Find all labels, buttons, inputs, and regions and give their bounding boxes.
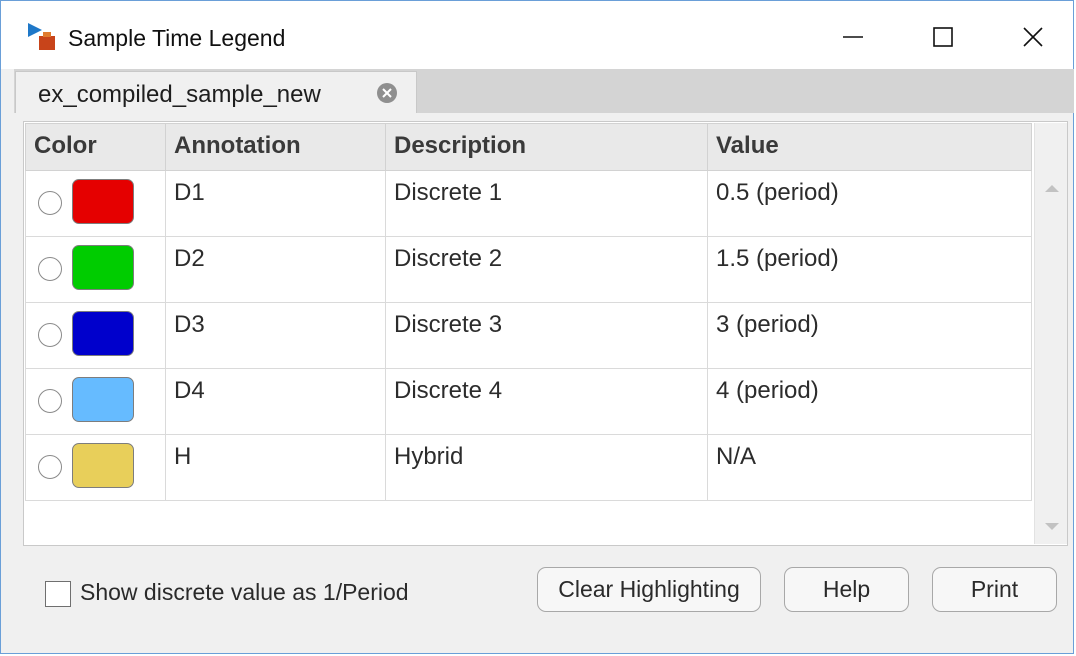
value-cell: 3 (period) (707, 302, 1032, 369)
color-cell (25, 236, 166, 303)
close-button[interactable] (1003, 15, 1063, 59)
color-cell (25, 170, 166, 237)
value-cell: N/A (707, 434, 1032, 501)
column-header-description[interactable]: Description (385, 123, 708, 171)
row-select-radio[interactable] (38, 389, 62, 413)
color-swatch[interactable] (72, 179, 134, 224)
minimize-icon (843, 36, 863, 38)
close-circle-icon[interactable] (376, 82, 398, 104)
title-bar: Sample Time Legend (1, 1, 1073, 69)
description-cell: Discrete 3 (385, 302, 708, 369)
vertical-scrollbar[interactable] (1034, 123, 1067, 544)
row-select-radio[interactable] (38, 455, 62, 479)
column-header-color[interactable]: Color (25, 123, 166, 171)
annotation-cell: D1 (165, 170, 386, 237)
scroll-up-arrow-icon[interactable] (1045, 185, 1059, 192)
table-row[interactable]: D2 Discrete 2 1.5 (period) (25, 236, 1032, 303)
description-cell: Hybrid (385, 434, 708, 501)
print-button[interactable]: Print (932, 567, 1057, 612)
show-discrete-value-label[interactable]: Show discrete value as 1/Period (80, 579, 409, 606)
annotation-cell: D2 (165, 236, 386, 303)
color-swatch[interactable] (72, 245, 134, 290)
description-cell: Discrete 4 (385, 368, 708, 435)
row-select-radio[interactable] (38, 323, 62, 347)
description-cell: Discrete 2 (385, 236, 708, 303)
tab-strip: ex_compiled_sample_new (14, 69, 1074, 113)
color-swatch[interactable] (72, 311, 134, 356)
row-select-radio[interactable] (38, 257, 62, 281)
tab-label: ex_compiled_sample_new (38, 81, 321, 108)
window-title: Sample Time Legend (68, 25, 286, 51)
legend-table-panel: Color Annotation Description Value D1 Di (23, 121, 1068, 546)
app-icon (28, 23, 55, 50)
table-row[interactable]: D4 Discrete 4 4 (period) (25, 368, 1032, 435)
sample-time-legend-window: Sample Time Legend ex_compiled_sample_ne… (0, 0, 1074, 654)
color-swatch[interactable] (72, 443, 134, 488)
show-discrete-value-checkbox[interactable] (45, 581, 71, 607)
annotation-cell: D3 (165, 302, 386, 369)
row-select-radio[interactable] (38, 191, 62, 215)
table-row[interactable]: D1 Discrete 1 0.5 (period) (25, 170, 1032, 237)
column-header-value[interactable]: Value (707, 123, 1032, 171)
description-cell: Discrete 1 (385, 170, 708, 237)
column-header-annotation[interactable]: Annotation (165, 123, 386, 171)
help-button[interactable]: Help (784, 567, 909, 612)
annotation-cell: D4 (165, 368, 386, 435)
value-cell: 1.5 (period) (707, 236, 1032, 303)
table-row[interactable]: H Hybrid N/A (25, 434, 1032, 501)
maximize-button[interactable] (913, 15, 973, 59)
value-cell: 0.5 (period) (707, 170, 1032, 237)
close-icon (1023, 27, 1043, 47)
scroll-down-arrow-icon[interactable] (1045, 523, 1059, 530)
tab-ex-compiled-sample-new[interactable]: ex_compiled_sample_new (15, 71, 417, 113)
color-cell (25, 434, 166, 501)
value-cell: 4 (period) (707, 368, 1032, 435)
table-row[interactable]: D3 Discrete 3 3 (period) (25, 302, 1032, 369)
color-cell (25, 368, 166, 435)
maximize-icon (933, 27, 953, 47)
legend-table: Color Annotation Description Value D1 Di (25, 123, 1032, 501)
color-cell (25, 302, 166, 369)
annotation-cell: H (165, 434, 386, 501)
color-swatch[interactable] (72, 377, 134, 422)
clear-highlighting-button[interactable]: Clear Highlighting (537, 567, 761, 612)
minimize-button[interactable] (823, 15, 883, 59)
table-header-row: Color Annotation Description Value (25, 123, 1032, 171)
